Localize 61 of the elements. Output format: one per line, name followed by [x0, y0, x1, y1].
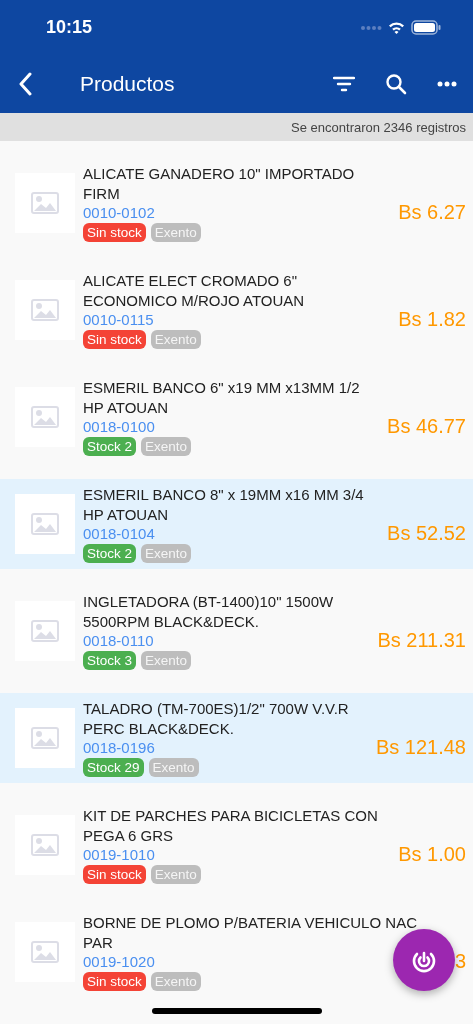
- product-name: KIT DE PARCHES PARA BICICLETAS CON PEGA 6 GRS: [83, 806, 379, 846]
- status-time: 10:15: [46, 17, 93, 38]
- product-price: Bs 211.31: [377, 629, 466, 652]
- image-placeholder-icon: [15, 173, 75, 233]
- product-code: 0010-0115: [83, 311, 155, 329]
- product-price: Bs 52.52: [387, 522, 466, 545]
- scan-button[interactable]: [393, 929, 455, 991]
- more-icon[interactable]: [437, 81, 457, 87]
- product-name: ESMERIL BANCO 6" x19 MM x13MM 1/2 HP ATOUAN: [83, 378, 361, 418]
- tax-badge: Exento: [141, 437, 192, 456]
- product-code: 0018-0196: [83, 739, 156, 757]
- product-price: Bs 1.00: [398, 843, 466, 866]
- stock-badge: Sin stock: [83, 972, 146, 991]
- product-price: Bs 6.27: [398, 201, 466, 224]
- product-price: Bs 121.48: [375, 736, 466, 759]
- product-code: 0010-0102: [83, 204, 156, 222]
- product-code: 0018-0100: [83, 418, 156, 436]
- stock-badge: Stock 29: [83, 758, 144, 777]
- product-code: 0019-1020: [83, 953, 156, 971]
- product-code: 0018-0110: [83, 632, 155, 650]
- product-row[interactable]: TALADRO (TM-700ES)1/2" 700W V.V.R PERC BLACK&DECK. 0018-0196 Stock 29 Exento Bs 121.48: [0, 693, 473, 783]
- signal-icon: [360, 24, 382, 31]
- screen-title: Productos: [80, 72, 176, 96]
- stock-badge: Stock 2: [83, 544, 137, 563]
- stock-badge: Sin stock: [83, 330, 146, 349]
- tax-badge: Exento: [148, 758, 199, 777]
- image-placeholder-icon: [15, 815, 75, 875]
- stock-badge: Stock 3: [83, 651, 137, 670]
- tax-badge: Exento: [141, 651, 192, 670]
- filter-icon[interactable]: [333, 76, 355, 92]
- image-placeholder-icon: [15, 708, 75, 768]
- stock-badge: Stock 2: [83, 437, 137, 456]
- tax-badge: Exento: [150, 330, 201, 349]
- product-name: ESMERIL BANCO 8" x 19MM x16 MM 3/4 HP ATOUAN: [83, 485, 365, 525]
- tax-badge: Exento: [141, 544, 192, 563]
- results-count: Se encontraron 2346 registros: [291, 119, 466, 135]
- tax-badge: Exento: [150, 223, 201, 242]
- product-name: TALADRO (TM-700ES)1/2" 700W V.V.R PERC BLACK&DECK.: [83, 699, 350, 739]
- product-name: ALICATE GANADERO 10" IMPORTADO FIRM: [83, 164, 356, 204]
- product-price: 3: [454, 950, 466, 973]
- stock-badge: Sin stock: [83, 865, 146, 884]
- image-placeholder-icon: [15, 922, 75, 982]
- product-name: ALICATE ELECT CROMADO 6" ECONOMICO M/ROJO ATOUAN: [83, 271, 306, 311]
- stock-badge: Sin stock: [83, 223, 146, 242]
- wifi-icon: [388, 21, 405, 34]
- product-code: 0019-1010: [83, 846, 156, 864]
- image-placeholder-icon: [15, 494, 75, 554]
- product-name: INGLETADORA (BT-1400)10" 1500W 5500RPM BLACK&DECK.: [83, 592, 335, 632]
- battery-icon: [411, 20, 441, 35]
- product-price: Bs 46.77: [387, 415, 466, 438]
- product-price: Bs 1.82: [398, 308, 466, 331]
- back-icon[interactable]: [18, 72, 32, 96]
- image-placeholder-icon: [15, 387, 75, 447]
- product-name: BORNE DE PLOMO P/BATERIA VEHICULO NAC PAR: [83, 913, 418, 953]
- image-placeholder-icon: [15, 601, 75, 661]
- search-icon[interactable]: [385, 73, 407, 95]
- product-row[interactable]: ESMERIL BANCO 8" x 19MM x16 MM 3/4 HP ATOUAN 0018-0104 Stock 2 Exento Bs 52.52: [0, 479, 473, 569]
- tax-badge: Exento: [150, 972, 201, 991]
- product-code: 0018-0104: [83, 525, 156, 543]
- image-placeholder-icon: [15, 280, 75, 340]
- tax-badge: Exento: [150, 865, 201, 884]
